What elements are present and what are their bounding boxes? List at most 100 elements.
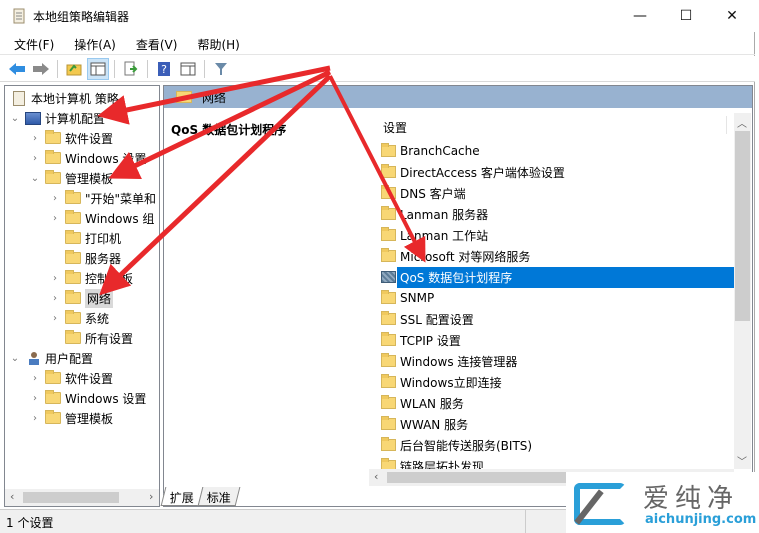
- menu-file[interactable]: 文件(F): [7, 33, 61, 54]
- folder-icon: [381, 248, 396, 262]
- list-item[interactable]: QoS 数据包计划程序: [381, 266, 737, 288]
- list-item-label: SNMP: [400, 291, 435, 305]
- list-item[interactable]: Lanman 服务器: [381, 204, 737, 224]
- watermark-text-en: aichunjing.com: [645, 512, 757, 527]
- list-item-label: Windows立即连接: [400, 375, 502, 390]
- list-item[interactable]: DNS 客户端: [381, 183, 737, 203]
- menu-help[interactable]: 帮助(H): [190, 33, 246, 54]
- maximize-icon: ☐: [679, 8, 693, 24]
- minimize-button[interactable]: —: [617, 0, 663, 32]
- folder-icon: [65, 310, 81, 324]
- tree-item-local-policy[interactable]: 本地计算机 策略: [9, 88, 119, 108]
- close-button[interactable]: ✕: [709, 0, 755, 32]
- menu-action[interactable]: 操作(A): [67, 33, 123, 54]
- list-item[interactable]: WLAN 服务: [381, 393, 737, 413]
- list-item[interactable]: Lanman 工作站: [381, 225, 737, 245]
- tree-item-user-admin-templates[interactable]: › 管理模板: [29, 408, 113, 428]
- show-hide-tree-button[interactable]: [87, 57, 109, 80]
- scroll-left-icon[interactable]: ‹: [10, 490, 14, 503]
- chevron-right-icon[interactable]: ›: [49, 273, 61, 284]
- tab-label: 标准: [206, 491, 231, 505]
- chevron-right-icon[interactable]: ›: [49, 313, 61, 324]
- chevron-down-icon[interactable]: ⌄: [29, 173, 41, 184]
- list-item[interactable]: Windows 连接管理器: [381, 351, 737, 371]
- list-item[interactable]: BranchCache: [381, 141, 737, 161]
- chevron-right-icon[interactable]: ›: [29, 413, 41, 424]
- folder-icon: [381, 185, 396, 199]
- show-action-pane-button[interactable]: [177, 58, 199, 80]
- forward-button[interactable]: [30, 58, 52, 80]
- chevron-right-icon[interactable]: ›: [29, 133, 41, 144]
- list-item-label: QoS 数据包计划程序: [397, 266, 737, 288]
- status-text: 1 个设置: [6, 516, 54, 530]
- policy-setting-icon: [381, 271, 396, 283]
- tree-item-server[interactable]: 服务器: [61, 248, 121, 268]
- menu-view[interactable]: 查看(V): [129, 33, 185, 54]
- column-separator[interactable]: [726, 116, 727, 134]
- status-separator: [525, 510, 526, 533]
- tree-item-admin-templates[interactable]: ⌄ 管理模板: [29, 168, 113, 188]
- tree-item-software-settings[interactable]: › 软件设置: [29, 128, 113, 148]
- list-item[interactable]: SNMP: [381, 288, 737, 308]
- tree-item-network[interactable]: › 网络: [49, 288, 114, 308]
- folder-icon: [65, 250, 81, 264]
- up-folder-button[interactable]: [63, 58, 85, 80]
- folder-icon: [381, 437, 396, 451]
- chevron-down-icon[interactable]: ⌄: [9, 353, 21, 364]
- tree-item-printers[interactable]: 打印机: [61, 228, 121, 248]
- tree-item-windows-components[interactable]: › Windows 组: [49, 208, 154, 228]
- maximize-button[interactable]: ☐: [663, 0, 709, 32]
- tab-extended[interactable]: 扩展: [160, 487, 204, 506]
- tree-horizontal-scrollbar[interactable]: ‹ ›: [5, 489, 159, 506]
- scroll-up-icon[interactable]: ︿: [737, 115, 747, 130]
- tree-item-windows-settings[interactable]: › Windows 设置: [29, 148, 146, 168]
- list-item[interactable]: SSL 配置设置: [381, 309, 737, 329]
- tree-item-all-settings[interactable]: 所有设置: [61, 328, 133, 348]
- scroll-thumb[interactable]: [735, 131, 750, 321]
- list-item[interactable]: DirectAccess 客户端体验设置: [381, 162, 737, 182]
- chevron-right-icon[interactable]: ›: [29, 373, 41, 384]
- chevron-right-icon[interactable]: ›: [49, 293, 61, 304]
- tree-item-label: 所有设置: [85, 331, 134, 346]
- tree-item-user-software-settings[interactable]: › 软件设置: [29, 368, 113, 388]
- close-icon: ✕: [726, 8, 738, 24]
- scroll-down-icon[interactable]: ﹀: [737, 453, 747, 468]
- list-vertical-scrollbar[interactable]: ︿ ﹀: [734, 113, 751, 469]
- tree-item-control-panel[interactable]: › 控制面板: [49, 268, 133, 288]
- export-list-button[interactable]: [120, 58, 142, 80]
- chevron-right-icon[interactable]: ›: [49, 193, 61, 204]
- chevron-right-icon[interactable]: ›: [29, 393, 41, 404]
- title-bar: 本地组策略编辑器 — ☐ ✕: [0, 0, 755, 32]
- scroll-right-icon[interactable]: ›: [149, 490, 153, 503]
- list-item[interactable]: 后台智能传送服务(BITS): [381, 435, 737, 455]
- folder-icon: [381, 143, 396, 157]
- back-button[interactable]: [6, 58, 28, 80]
- help-icon: ?: [158, 61, 170, 76]
- tree-item-user-windows-settings[interactable]: › Windows 设置: [29, 388, 146, 408]
- tree-item-user-config[interactable]: ⌄ 用户配置: [9, 348, 93, 368]
- toolbar-separator: [114, 59, 115, 78]
- list-item[interactable]: Microsoft 对等网络服务: [381, 246, 737, 266]
- chevron-right-icon[interactable]: ›: [49, 213, 61, 224]
- list-item[interactable]: TCPIP 设置: [381, 330, 737, 350]
- filter-button[interactable]: [210, 58, 232, 80]
- column-header-setting[interactable]: 设置: [383, 119, 407, 136]
- list-item[interactable]: Windows立即连接: [381, 372, 737, 392]
- list-item-label: Lanman 服务器: [400, 207, 489, 222]
- tree-item-computer-config[interactable]: ⌄ 计算机配置: [9, 108, 105, 128]
- tree-item-system[interactable]: › 系统: [49, 308, 109, 328]
- help-button[interactable]: ?: [153, 58, 175, 80]
- tree-pane[interactable]: 本地计算机 策略 ⌄ 计算机配置 › 软件设置 › Windows 设置 ⌄ 管…: [4, 85, 160, 507]
- content-pane: 网络 QoS 数据包计划程序 设置 BranchCache DirectAcces…: [163, 85, 753, 507]
- list-item[interactable]: WWAN 服务: [381, 414, 737, 434]
- tree-item-label: 计算机配置: [45, 111, 106, 126]
- tree-item-start-menu[interactable]: › "开始"菜单和: [49, 188, 156, 208]
- scroll-thumb[interactable]: [23, 492, 119, 503]
- scroll-thumb[interactable]: [387, 472, 567, 483]
- scroll-left-icon[interactable]: ‹: [374, 470, 378, 483]
- settings-list[interactable]: 设置 BranchCache DirectAccess 客户端体验设置 DNS 客户…: [369, 108, 752, 488]
- tab-standard[interactable]: 标准: [197, 487, 241, 506]
- chevron-down-icon[interactable]: ⌄: [9, 113, 21, 124]
- chevron-right-icon[interactable]: ›: [29, 153, 41, 164]
- folder-icon: [176, 91, 192, 103]
